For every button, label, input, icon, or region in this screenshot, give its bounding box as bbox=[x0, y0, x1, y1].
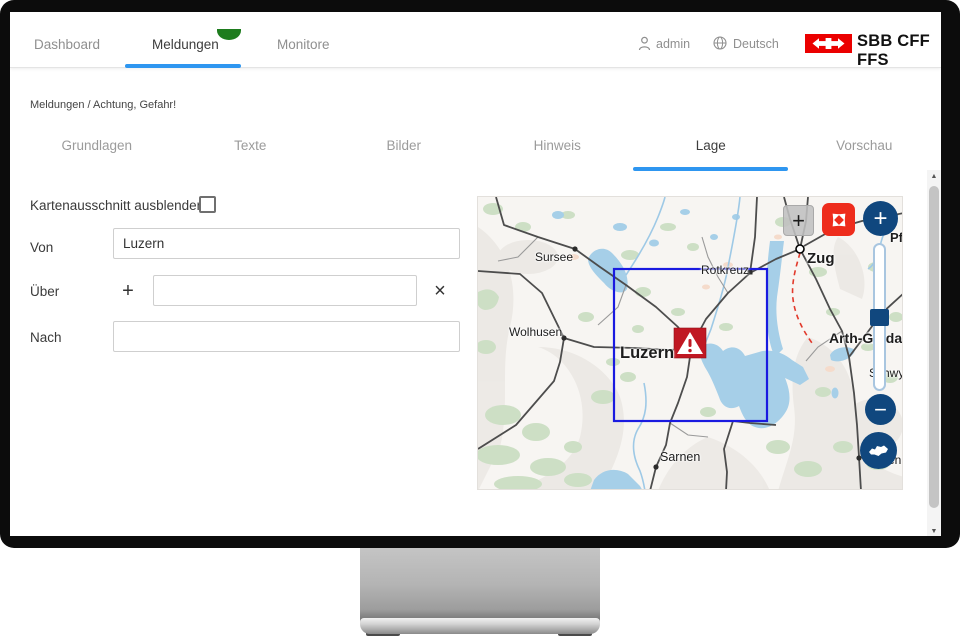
tab-bilder[interactable]: Bilder bbox=[327, 138, 481, 167]
ueber-label: Über bbox=[30, 284, 59, 299]
monitor-stand-base bbox=[360, 618, 600, 634]
nach-input[interactable] bbox=[113, 321, 460, 352]
nav-item-meldungen[interactable]: Meldungen bbox=[152, 37, 219, 52]
warning-marker-icon bbox=[674, 328, 706, 358]
tab-vorschau[interactable]: Vorschau bbox=[788, 138, 942, 167]
new-messages-indicator-icon bbox=[217, 29, 241, 40]
screen: Dashboard Meldungen Monitore admin Deuts… bbox=[10, 12, 941, 536]
tab-texte[interactable]: Texte bbox=[174, 138, 328, 167]
von-label: Von bbox=[30, 240, 53, 255]
monitor-stand-neck bbox=[360, 538, 600, 622]
nach-label: Nach bbox=[30, 330, 62, 345]
scrollbar-down-arrow[interactable]: ▼ bbox=[927, 525, 941, 536]
user-icon bbox=[638, 36, 651, 54]
scrollbar-up-arrow[interactable]: ▲ bbox=[927, 170, 941, 183]
user-menu[interactable]: admin bbox=[656, 37, 690, 51]
active-nav-underline bbox=[125, 64, 241, 68]
hide-map-label: Kartenausschnitt ausblenden bbox=[30, 198, 204, 213]
nav-item-monitore[interactable]: Monitore bbox=[277, 37, 330, 52]
tab-hinweis[interactable]: Hinweis bbox=[481, 138, 635, 167]
ueber-input[interactable] bbox=[153, 275, 417, 306]
tab-grundlagen[interactable]: Grundlagen bbox=[20, 138, 174, 167]
map-artwork bbox=[478, 197, 903, 490]
map-canvas[interactable]: Sursee Wolhusen Luzern Rotkreuz Zug Arth… bbox=[477, 196, 903, 490]
sbb-logo-icon bbox=[805, 34, 852, 53]
hide-map-checkbox[interactable] bbox=[199, 196, 216, 213]
scrollbar-thumb[interactable] bbox=[929, 186, 939, 508]
tab-bar: Grundlagen Texte Bilder Hinweis Lage Vor… bbox=[20, 138, 941, 167]
globe-icon bbox=[713, 36, 727, 53]
zoom-out-button[interactable]: − bbox=[865, 394, 896, 425]
reset-extent-button[interactable] bbox=[860, 432, 897, 469]
app-header: Dashboard Meldungen Monitore admin Deuts… bbox=[10, 12, 941, 68]
pan-arrows-icon bbox=[824, 205, 852, 233]
monitor-frame: Dashboard Meldungen Monitore admin Deuts… bbox=[0, 0, 960, 548]
von-input[interactable] bbox=[113, 228, 460, 259]
page-scrollbar[interactable]: ▲ ▼ bbox=[927, 170, 941, 536]
zoom-in-button[interactable]: + bbox=[863, 201, 898, 236]
add-via-button[interactable]: + bbox=[117, 280, 139, 302]
layer-button[interactable]: + bbox=[783, 205, 814, 236]
clear-via-button[interactable]: × bbox=[429, 280, 451, 302]
nav-item-dashboard[interactable]: Dashboard bbox=[34, 37, 100, 52]
brand-text: SBB CFF FFS bbox=[857, 32, 941, 70]
breadcrumb: Meldungen / Achtung, Gefahr! bbox=[30, 99, 176, 111]
active-tab-underline bbox=[633, 167, 788, 171]
tab-lage[interactable]: Lage bbox=[634, 138, 788, 167]
zoom-slider-handle[interactable] bbox=[870, 309, 889, 326]
switzerland-icon bbox=[868, 444, 889, 458]
language-selector[interactable]: Deutsch bbox=[733, 37, 779, 51]
pan-mode-button[interactable] bbox=[822, 203, 855, 236]
